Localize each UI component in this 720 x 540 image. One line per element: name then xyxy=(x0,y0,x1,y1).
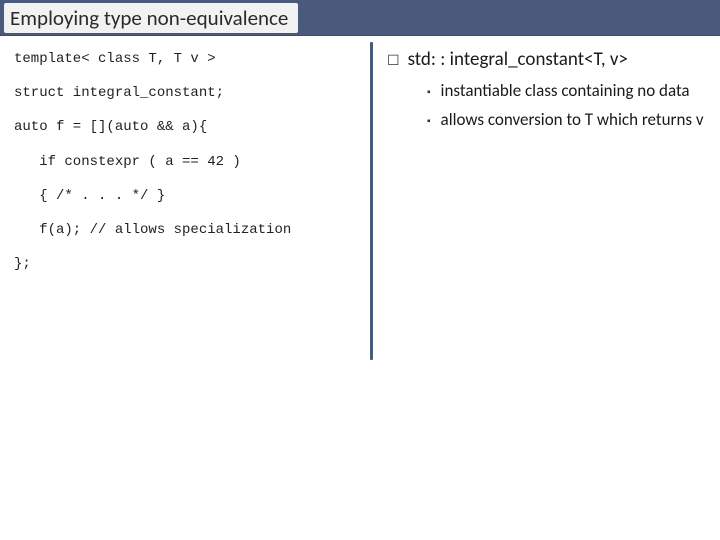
bullet-icon: ▪ xyxy=(427,86,431,99)
code-line: if constexpr ( a == 42 ) xyxy=(14,153,360,171)
code-line: { /* . . . */ } xyxy=(14,187,360,205)
list-item: ▪ allows conversion to T which returns v xyxy=(427,109,708,130)
content-area: template< class T, T v > struct integral… xyxy=(0,36,720,540)
code-line: }; xyxy=(14,255,360,273)
heading-text: std: : integral_constant<T, v> xyxy=(408,48,628,72)
point-text: allows conversion to T which returns v xyxy=(441,109,704,130)
slide-title: Employing type non-equivalence xyxy=(4,3,298,33)
code-panel: template< class T, T v > struct integral… xyxy=(0,36,370,540)
notes-panel: ☐ std: : integral_constant<T, v> ▪ insta… xyxy=(373,36,720,540)
title-bar: Employing type non-equivalence xyxy=(0,0,720,36)
code-line: template< class T, T v > xyxy=(14,50,360,68)
code-line: auto f = [](auto && a){ xyxy=(14,118,360,136)
checkbox-icon: ☐ xyxy=(387,52,400,70)
list-item: ☐ std: : integral_constant<T, v> xyxy=(387,48,708,72)
list-item: ▪ instantiable class containing no data xyxy=(427,80,708,101)
point-text: instantiable class containing no data xyxy=(441,80,690,101)
code-line: f(a); // allows specialization xyxy=(14,221,360,239)
bullet-icon: ▪ xyxy=(427,115,431,128)
code-line: struct integral_constant; xyxy=(14,84,360,102)
